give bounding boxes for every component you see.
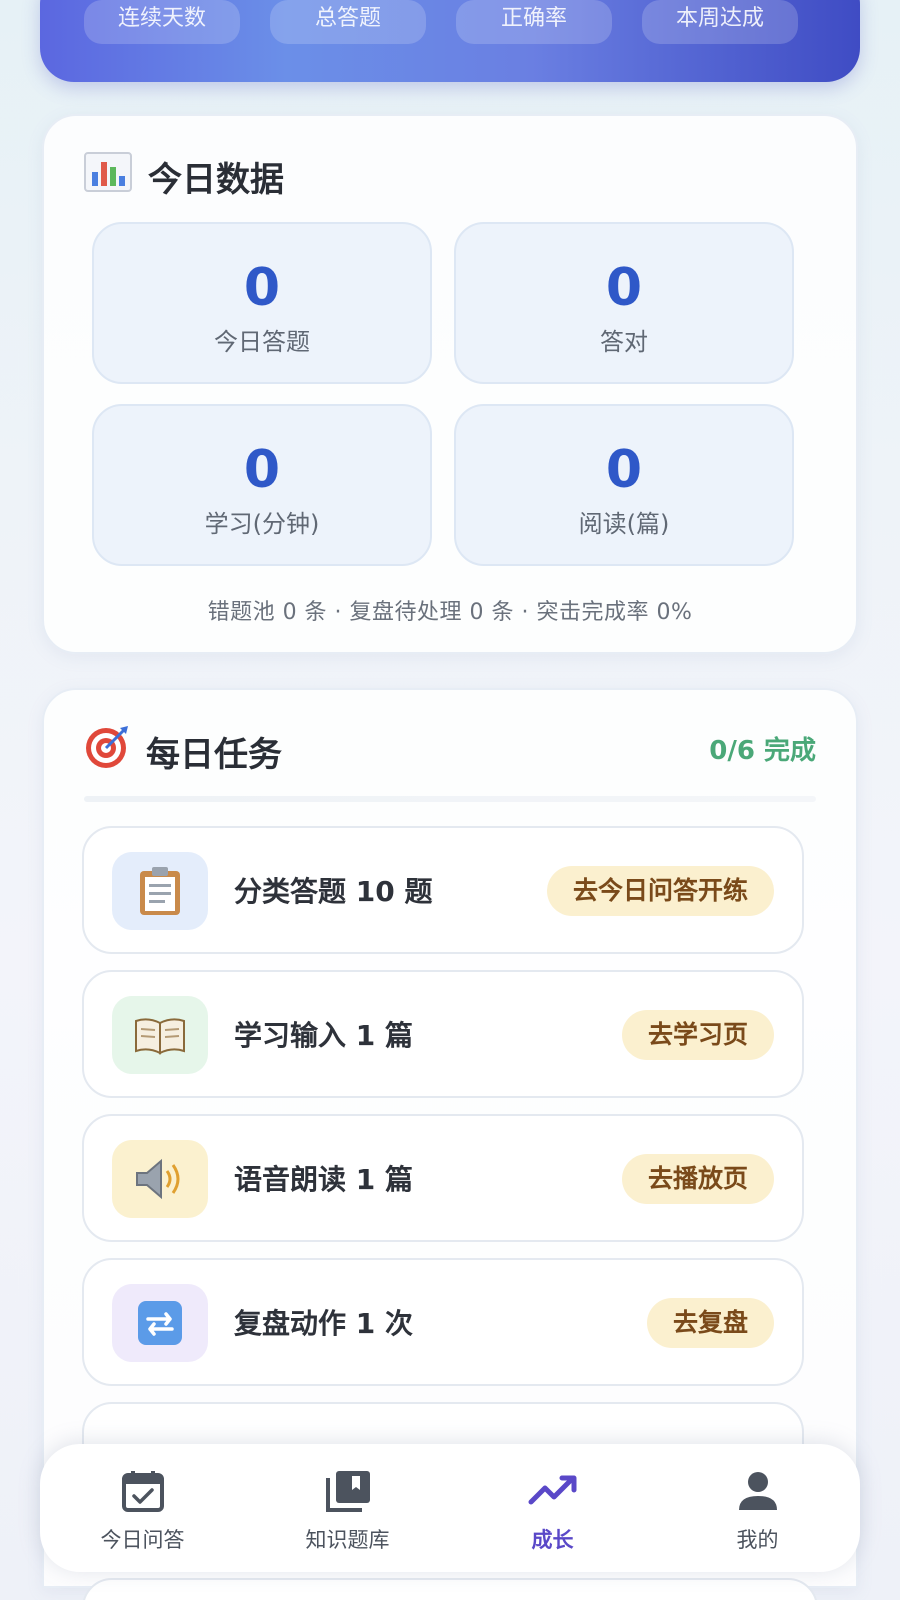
nav-label: 我的: [736, 1528, 779, 1552]
go-study-button[interactable]: 去学习页: [621, 1010, 774, 1060]
task-label: 语音朗读 1 篇: [234, 1163, 413, 1196]
divider: [84, 796, 816, 802]
nav-item-growth[interactable]: 成长: [450, 1444, 655, 1572]
today-data-card: 今日数据 0 今日答题 0 答对 0 学习(分钟) 0 阅读(篇) 错题池 0 …: [42, 114, 858, 654]
nav-item-knowledge-bank[interactable]: 知识题库: [245, 1444, 450, 1572]
stat-correct[interactable]: 0 答对: [454, 222, 794, 384]
banner-chip-accuracy[interactable]: 正确率: [456, 0, 612, 44]
stat-label: 答对: [600, 328, 648, 356]
target-icon: [84, 724, 130, 779]
task-row-category-quiz[interactable]: 分类答题 10 题 去今日问答开练: [82, 826, 804, 954]
daily-tasks-title: 每日任务: [146, 735, 282, 775]
stat-value: 0: [243, 440, 281, 500]
clipboard-icon: [112, 852, 208, 930]
nav-label: 成长: [531, 1528, 574, 1552]
banner-chip-streak[interactable]: 连续天数: [84, 0, 240, 44]
calendar-check-icon: [40, 1468, 245, 1514]
go-playback-button[interactable]: 去播放页: [621, 1154, 774, 1204]
task-row-study-input[interactable]: 学习输入 1 篇 去学习页: [82, 970, 804, 1098]
nav-item-daily-quiz[interactable]: 今日问答: [40, 1444, 245, 1572]
next-card-peek: [82, 1578, 818, 1600]
task-row-review[interactable]: 复盘动作 1 次 去复盘: [82, 1258, 804, 1386]
stat-value: 0: [243, 258, 281, 318]
trending-up-icon: [450, 1468, 655, 1514]
stat-study-minutes[interactable]: 0 学习(分钟): [92, 404, 432, 566]
library-icon: [245, 1468, 450, 1514]
task-label: 分类答题 10 题: [234, 875, 433, 908]
open-book-icon: [112, 996, 208, 1074]
bottom-nav: 今日问答 知识题库 成长 我的: [40, 1444, 860, 1572]
stat-label: 学习(分钟): [204, 510, 320, 538]
today-data-title: 今日数据: [148, 160, 284, 200]
stat-value: 0: [605, 440, 643, 500]
banner-chip-total[interactable]: 总答题: [270, 0, 426, 44]
go-review-button[interactable]: 去复盘: [646, 1298, 774, 1348]
go-quiz-button[interactable]: 去今日问答开练: [546, 866, 774, 916]
speaker-icon: [112, 1140, 208, 1218]
nav-label: 今日问答: [100, 1528, 185, 1552]
nav-item-profile[interactable]: 我的: [655, 1444, 860, 1572]
repeat-icon: [112, 1284, 208, 1362]
stat-label: 今日答题: [214, 328, 310, 356]
stat-label: 阅读(篇): [578, 510, 670, 538]
stat-value: 0: [605, 258, 643, 318]
stats-banner: 连续天数 总答题 正确率 本周达成: [40, 0, 860, 82]
banner-chip-weekly[interactable]: 本周达成: [642, 0, 798, 44]
nav-label: 知识题库: [305, 1528, 390, 1552]
stat-today-answers[interactable]: 0 今日答题: [92, 222, 432, 384]
bar-chart-icon: [84, 152, 132, 201]
today-summary: 错题池 0 条 · 复盘待处理 0 条 · 突击完成率 0%: [207, 600, 693, 625]
task-row-voice-reading[interactable]: 语音朗读 1 篇 去播放页: [82, 1114, 804, 1242]
task-label: 复盘动作 1 次: [234, 1307, 413, 1340]
stat-reading[interactable]: 0 阅读(篇): [454, 404, 794, 566]
task-label: 学习输入 1 篇: [234, 1019, 413, 1052]
person-icon: [655, 1468, 860, 1514]
tasks-progress: 0/6 完成: [709, 736, 816, 766]
